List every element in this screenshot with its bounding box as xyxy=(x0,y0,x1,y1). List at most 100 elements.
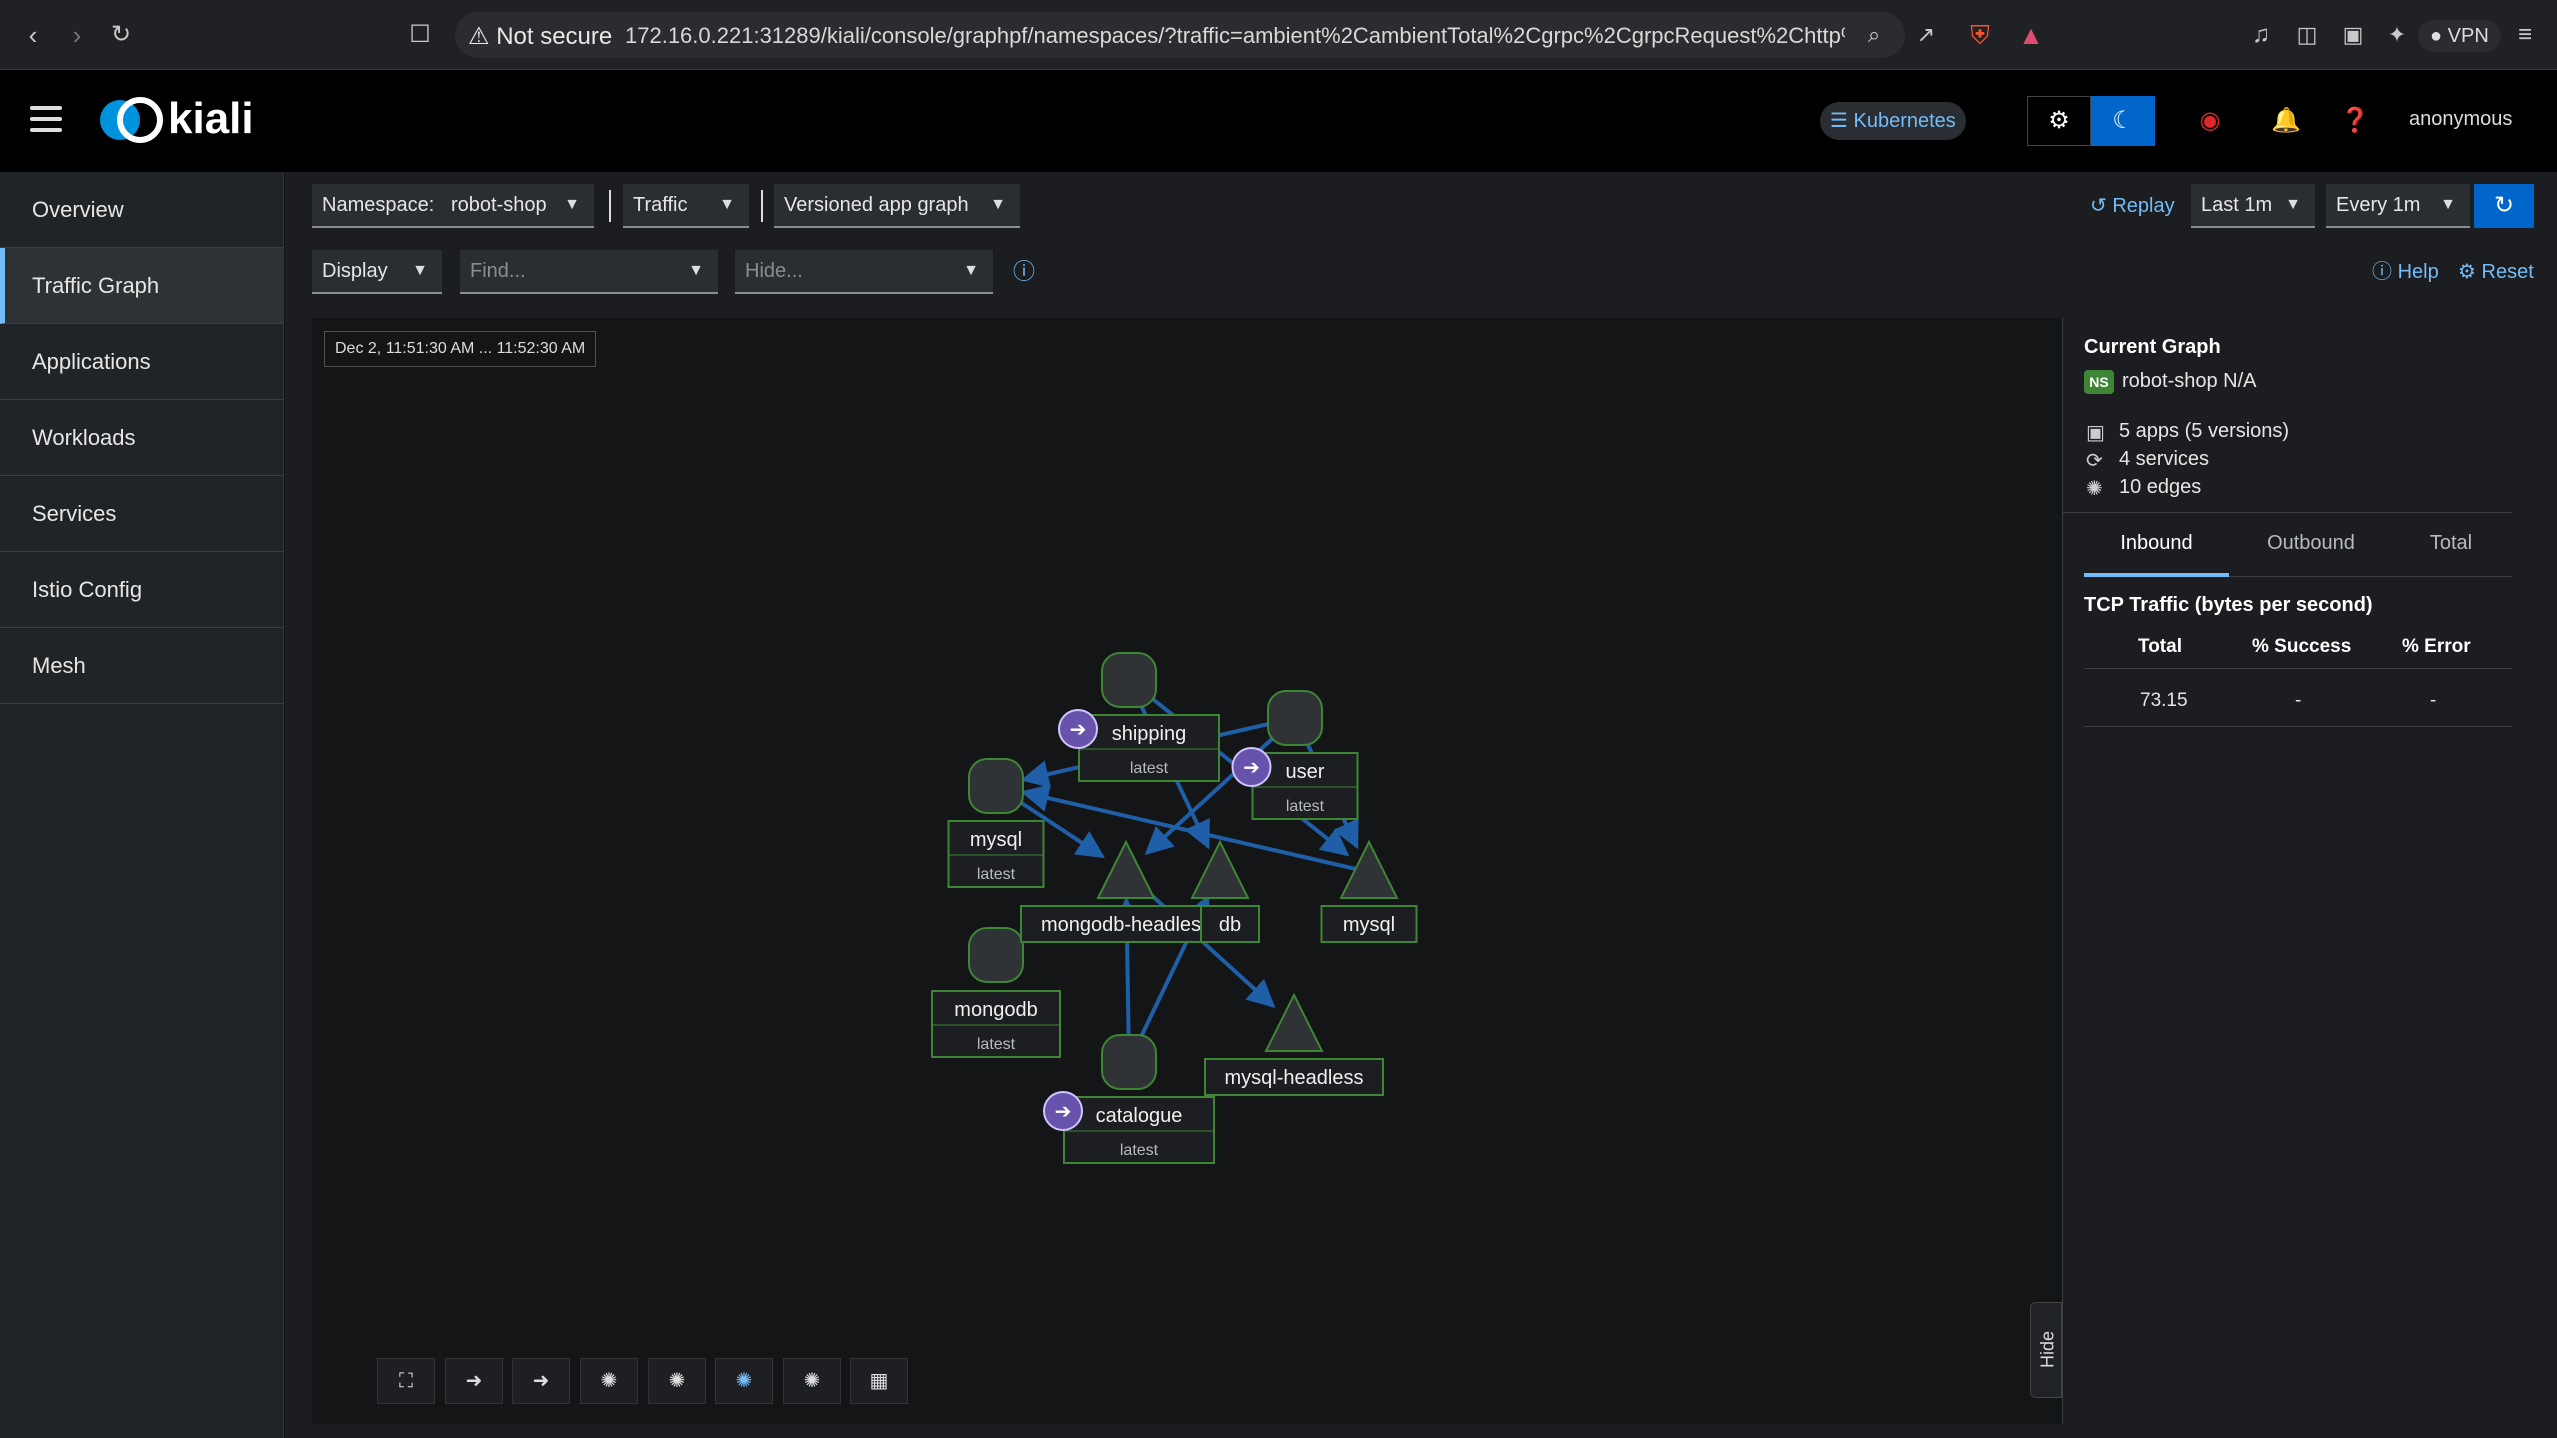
display-label: Display xyxy=(322,260,388,282)
notification-bell-icon[interactable]: 🔔 xyxy=(2269,104,2303,138)
user-menu[interactable]: anonymous xyxy=(2409,108,2512,131)
vpn-button[interactable]: ● VPN xyxy=(2418,20,2501,52)
leo-ai-icon[interactable]: ✦ xyxy=(2380,18,2414,52)
toolbar-divider xyxy=(609,190,611,222)
reset-button[interactable]: ⚙ Reset xyxy=(2458,250,2534,294)
wallet-icon[interactable]: ▣ xyxy=(2336,18,2370,52)
refresh-interval-label: Every 1m xyxy=(2336,194,2421,216)
dark-theme-button[interactable]: ☾ xyxy=(2091,96,2155,146)
sidebar-item-workloads[interactable]: Workloads xyxy=(0,400,283,476)
table-cell-total: 73.15 xyxy=(2140,690,2188,711)
forward-icon[interactable]: › xyxy=(60,18,94,52)
hide-input[interactable]: Hide... ▼ xyxy=(735,250,993,294)
refresh-icon: ↻ xyxy=(2493,192,2515,219)
graph-type-label: Versioned app graph xyxy=(784,194,969,216)
tab-inbound[interactable]: Inbound xyxy=(2084,532,2229,555)
table-cell-error: - xyxy=(2430,690,2437,711)
tab-total[interactable]: Total xyxy=(2386,532,2516,555)
sidebar-item-traffic-graph[interactable]: Traffic Graph xyxy=(0,248,283,324)
layout-1-button[interactable]: ✺ xyxy=(580,1358,638,1404)
graph-type-select[interactable]: Versioned app graph ▼ xyxy=(774,184,1020,228)
replay-button[interactable]: ↺ Replay xyxy=(2090,184,2175,228)
chevron-down-icon: ▼ xyxy=(2440,196,2456,213)
duration-select[interactable]: Last 1m ▼ xyxy=(2191,184,2315,228)
apps-count: 5 apps (5 versions) xyxy=(2119,420,2290,442)
namespace-badge: NS xyxy=(2084,370,2114,394)
share-icon[interactable]: ↗ xyxy=(1909,18,1943,52)
find-input[interactable]: Find... ▼ xyxy=(460,250,718,294)
graph-canvas[interactable] xyxy=(312,318,2062,1424)
chevron-down-icon: ▼ xyxy=(2285,196,2301,213)
sidebar-item-applications[interactable]: Applications xyxy=(0,324,283,400)
map-icon: ▦ xyxy=(869,1370,889,1392)
services-icon: ⟳ xyxy=(2086,450,2103,472)
kiali-logo-text: kiali xyxy=(168,94,254,143)
layout-3-button[interactable]: ✺ xyxy=(715,1358,773,1404)
reset-label: Reset xyxy=(2481,261,2534,283)
brave-shield-icon[interactable]: ⛨ xyxy=(1963,18,1997,52)
edges-icon: ✺ xyxy=(2086,478,2103,500)
topology-icon: ✺ xyxy=(600,1370,618,1392)
panel-namespace[interactable]: robot-shop N/A xyxy=(2122,370,2257,393)
expand-icon: ⛶ xyxy=(399,1370,413,1392)
traffic-section-title: TCP Traffic (bytes per second) xyxy=(2084,594,2373,616)
legend-button[interactable]: ▦ xyxy=(850,1358,908,1404)
sidebar-item-overview[interactable]: Overview xyxy=(0,172,283,248)
hamburger-menu-icon[interactable] xyxy=(30,106,62,132)
browser-toolbar: ‹ › ↻ ☐ ⚠ Not secure 172.16.0.221:31289/… xyxy=(0,0,2557,70)
topology-icon: ✺ xyxy=(668,1370,686,1392)
url-text[interactable]: 172.16.0.221:31289/kiali/console/graphpf… xyxy=(625,23,1845,49)
layout-4-button[interactable]: ✺ xyxy=(783,1358,841,1404)
reload-icon[interactable]: ↻ xyxy=(104,18,138,52)
toolbar-divider xyxy=(761,190,763,222)
tab-outbound[interactable]: Outbound xyxy=(2236,532,2386,555)
namespace-select[interactable]: Namespace: robot-shop ▼ xyxy=(312,184,594,228)
help-button[interactable]: ⓘ Help xyxy=(2372,250,2439,294)
traffic-select[interactable]: Traffic ▼ xyxy=(623,184,749,228)
table-cell-success: - xyxy=(2295,690,2302,711)
fit-to-screen-button[interactable]: ⛶ xyxy=(377,1358,435,1404)
vpn-label: VPN xyxy=(2447,25,2489,47)
cluster-badge[interactable]: ☰ Kubernetes xyxy=(1820,102,1966,140)
bookmark-icon[interactable]: ☐ xyxy=(403,18,437,52)
brave-rewards-icon[interactable]: ▲ xyxy=(2014,18,2048,52)
help-icon[interactable]: ❓ xyxy=(2338,104,2372,138)
table-header-success: % Success xyxy=(2252,636,2352,657)
layout-2-button[interactable]: ✺ xyxy=(648,1358,706,1404)
sidebar-item-services[interactable]: Services xyxy=(0,476,283,552)
hide-label: Hide xyxy=(2037,1330,2058,1369)
layout-top-down-button[interactable]: ➜ xyxy=(512,1358,570,1404)
find-placeholder: Find... xyxy=(470,260,526,282)
arrow-right-icon: ➜ xyxy=(465,1370,483,1392)
table-header-error: % Error xyxy=(2402,636,2471,657)
find-info-icon[interactable]: ⓘ xyxy=(1013,250,1035,294)
refresh-button[interactable]: ↻ xyxy=(2474,184,2534,228)
status-icon[interactable]: ◉ xyxy=(2193,104,2227,138)
browser-menu-icon[interactable]: ≡ xyxy=(2508,18,2542,52)
arrow-right-icon: ➜ xyxy=(532,1370,550,1392)
sidebar-toggle-icon[interactable]: ◫ xyxy=(2290,18,2324,52)
services-count: 4 services xyxy=(2119,448,2210,470)
sidebar-item-istio-config[interactable]: Istio Config xyxy=(0,552,283,628)
table-divider xyxy=(2084,668,2512,669)
media-icon[interactable]: ♫ xyxy=(2244,18,2278,52)
chevron-down-icon: ▼ xyxy=(963,262,979,279)
light-theme-button[interactable]: ⚙ xyxy=(2027,96,2091,146)
cluster-label: Kubernetes xyxy=(1853,110,1956,132)
panel-divider xyxy=(2062,512,2512,513)
layout-left-right-button[interactable]: ➜ xyxy=(445,1358,503,1404)
refresh-interval-select[interactable]: Every 1m ▼ xyxy=(2326,184,2470,228)
table-header-total: Total xyxy=(2138,636,2182,657)
chevron-down-icon: ▼ xyxy=(990,196,1006,213)
display-select[interactable]: Display ▼ xyxy=(312,250,442,294)
security-label: Not secure xyxy=(496,23,613,50)
sidebar-nav: Overview Traffic Graph Applications Work… xyxy=(0,172,284,1438)
topology-icon: ✺ xyxy=(735,1370,753,1392)
security-indicator[interactable]: ⚠ Not secure xyxy=(468,22,612,51)
chevron-down-icon: ▼ xyxy=(719,196,735,213)
hide-panel-tab[interactable]: Hide xyxy=(2030,1302,2062,1398)
zoom-icon[interactable]: ⌕ xyxy=(1857,18,1891,52)
chevron-down-icon: ▼ xyxy=(564,196,580,213)
back-icon[interactable]: ‹ xyxy=(16,18,50,52)
sidebar-item-mesh[interactable]: Mesh xyxy=(0,628,283,704)
